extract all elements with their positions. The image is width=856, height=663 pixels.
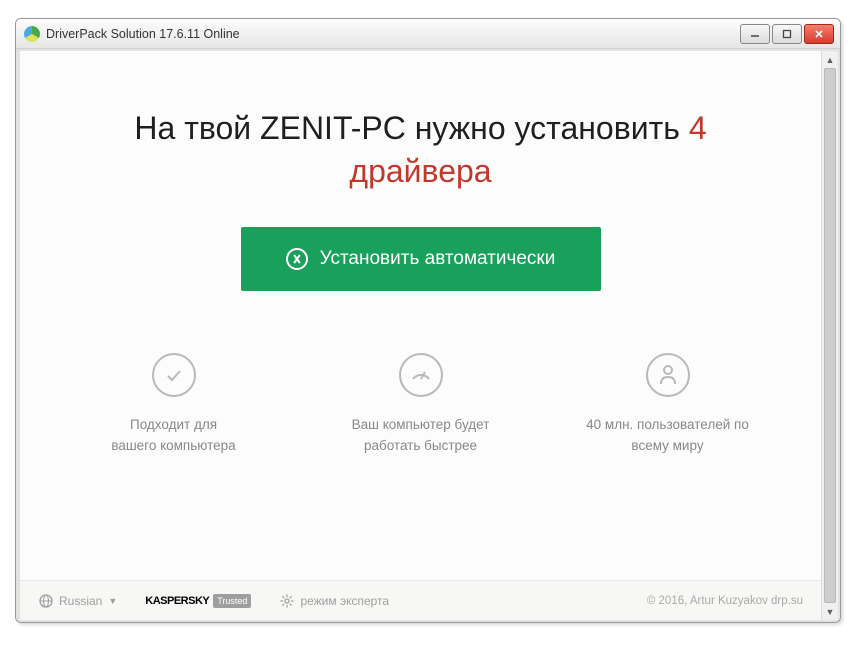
language-label: Russian	[59, 594, 102, 608]
minimize-button[interactable]	[740, 24, 770, 44]
vertical-scrollbar[interactable]: ▲ ▼	[821, 51, 838, 620]
scroll-down-arrow[interactable]: ▼	[822, 603, 838, 620]
application-window: DriverPack Solution 17.6.11 Online На тв…	[15, 18, 841, 623]
install-auto-label: Установить автоматически	[320, 248, 556, 270]
checkmark-icon	[152, 353, 196, 397]
feature-users: 40 млн. пользователей по всему миру	[568, 353, 768, 456]
gear-icon	[279, 593, 294, 608]
driverpack-icon	[286, 248, 308, 270]
language-selector[interactable]: Russian ▼	[38, 593, 117, 608]
globe-icon	[38, 593, 53, 608]
footer: Russian ▼ KASPERSKY Trusted режим экспер…	[20, 580, 821, 620]
feature-suitable: Подходит для вашего компьютера	[74, 353, 274, 456]
expert-mode-button[interactable]: режим эксперта	[279, 593, 389, 608]
chevron-down-icon: ▼	[108, 596, 117, 606]
close-button[interactable]	[804, 24, 834, 44]
headline-text: На твой ZENIT-PC нужно установить 4 драй…	[20, 51, 821, 193]
copyright-text: © 2016, Artur Kuzyakov drp.su	[647, 595, 803, 607]
window-title: DriverPack Solution 17.6.11 Online	[46, 27, 734, 41]
maximize-button[interactable]	[772, 24, 802, 44]
install-auto-button[interactable]: Установить автоматически	[241, 227, 601, 291]
kaspersky-badge[interactable]: KASPERSKY Trusted	[145, 594, 251, 608]
gauge-icon	[399, 353, 443, 397]
main-content: На твой ZENIT-PC нужно установить 4 драй…	[20, 51, 821, 620]
trusted-badge: Trusted	[213, 594, 251, 608]
features-row: Подходит для вашего компьютера Ваш компь…	[20, 353, 821, 476]
expert-mode-label: режим эксперта	[300, 594, 389, 608]
scroll-thumb[interactable]	[824, 68, 836, 603]
titlebar: DriverPack Solution 17.6.11 Online	[16, 19, 840, 49]
scroll-up-arrow[interactable]: ▲	[822, 51, 838, 68]
app-logo-icon	[24, 26, 40, 42]
feature-faster: Ваш компьютер будет работать быстрее	[321, 353, 521, 456]
user-icon	[646, 353, 690, 397]
